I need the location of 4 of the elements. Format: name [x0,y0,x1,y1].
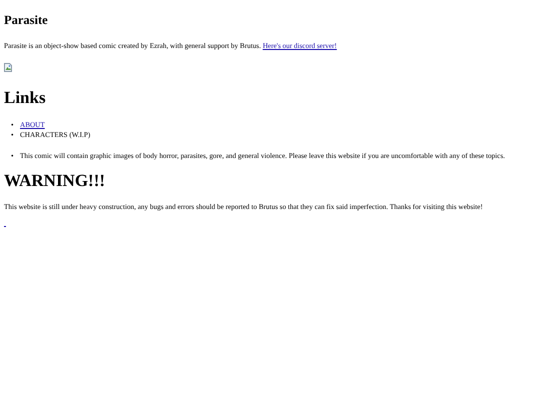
broken-image-icon [4,62,12,72]
warning-heading: WARNING!!! [4,170,106,191]
links-heading: Links [4,88,47,108]
page-title: Parasite [4,13,49,28]
